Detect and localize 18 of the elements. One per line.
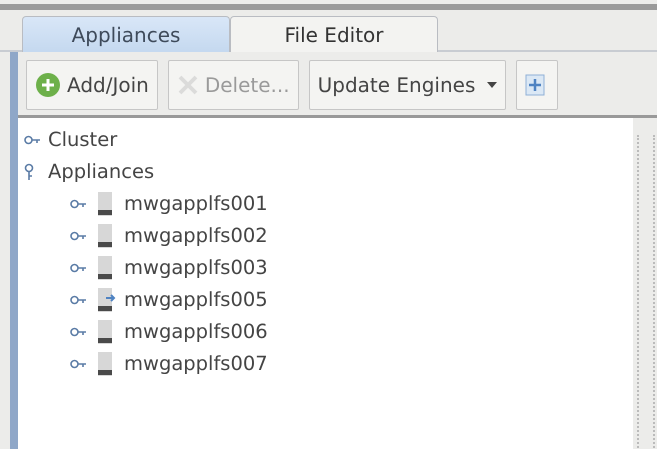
add-icon bbox=[35, 72, 61, 98]
tree-node-label[interactable]: Appliances bbox=[48, 157, 154, 187]
plus-icon bbox=[525, 73, 546, 97]
appliance-label[interactable]: mwgapplfs001 bbox=[124, 189, 268, 219]
toolbar-button[interactable] bbox=[516, 60, 558, 110]
scrollbar[interactable] bbox=[637, 135, 655, 449]
appliance-label[interactable]: mwgapplfs007 bbox=[124, 349, 268, 379]
tab[interactable]: File Editor bbox=[230, 16, 438, 52]
close-icon bbox=[176, 74, 199, 96]
appliance-label[interactable]: mwgapplfs003 bbox=[124, 253, 268, 283]
appliance-label[interactable]: mwgapplfs006 bbox=[124, 317, 268, 347]
tree-node-label[interactable]: Cluster bbox=[48, 125, 118, 155]
appliance-label[interactable]: mwgapplfs002 bbox=[124, 221, 268, 251]
caret-icon bbox=[487, 82, 498, 88]
toolbar-button[interactable]: Add/Join bbox=[26, 60, 158, 110]
appliance-label[interactable]: mwgapplfs005 bbox=[124, 285, 268, 315]
dropdown-button[interactable]: Update Engines bbox=[308, 60, 506, 110]
tab[interactable]: Appliances bbox=[22, 16, 230, 52]
